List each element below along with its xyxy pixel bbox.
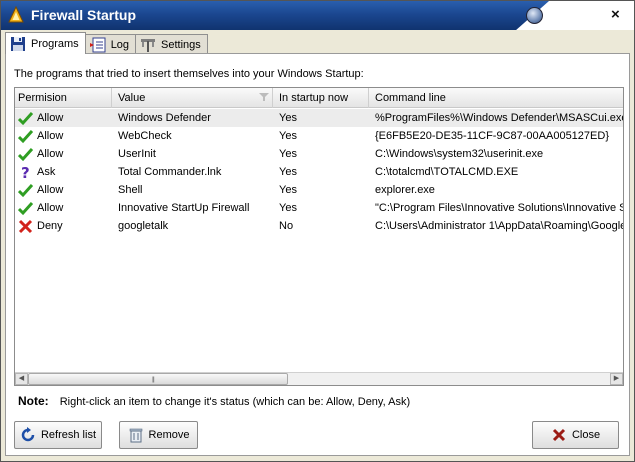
column-header-in-startup[interactable]: In startup now bbox=[273, 88, 369, 108]
svg-text:?: ? bbox=[21, 165, 30, 180]
in-startup-cell: Yes bbox=[279, 166, 297, 178]
tab-programs[interactable]: Programs bbox=[5, 32, 86, 54]
programs-panel: The programs that tried to insert themse… bbox=[5, 53, 630, 456]
column-header-command-line[interactable]: Command line bbox=[369, 88, 623, 108]
permission-label: Ask bbox=[37, 166, 56, 178]
title-bar: Firewall Startup × bbox=[1, 1, 634, 30]
in-startup-cell: No bbox=[279, 220, 294, 232]
cross-icon bbox=[18, 219, 33, 233]
permission-cell: Allow bbox=[15, 109, 112, 127]
permission-label: Allow bbox=[37, 202, 64, 214]
permission-label: Deny bbox=[37, 220, 63, 232]
in-startup-cell: Yes bbox=[279, 112, 297, 124]
scrollbar-thumb[interactable]: ||| bbox=[28, 373, 288, 385]
close-button[interactable]: Close bbox=[532, 421, 619, 449]
check-icon bbox=[18, 183, 33, 197]
column-header-value[interactable]: Value bbox=[112, 88, 273, 108]
tab-settings-label: Settings bbox=[161, 38, 201, 51]
permission-cell: Allow bbox=[15, 127, 112, 145]
app-flame-icon bbox=[8, 6, 24, 23]
recycle-bin-icon bbox=[129, 428, 142, 443]
question-mark-icon: ? bbox=[21, 165, 30, 180]
value-cell: UserInit bbox=[118, 148, 156, 160]
grip-icon: ||| bbox=[152, 377, 155, 383]
status-note: Note: Right-click an item to change it's… bbox=[18, 394, 410, 408]
firewall-startup-window: Firewall Startup × Programs Log Settings… bbox=[0, 0, 635, 462]
command-line-cell: C:\totalcmd\TOTALCMD.EXE bbox=[375, 166, 519, 178]
tab-settings[interactable]: Settings bbox=[135, 34, 208, 54]
globe-icon[interactable] bbox=[526, 7, 543, 24]
window-title: Firewall Startup bbox=[31, 7, 137, 23]
command-line-cell: explorer.exe bbox=[375, 184, 435, 196]
table-row[interactable]: Allow UserInit Yes C:\Windows\system32\u… bbox=[15, 145, 623, 163]
table-row[interactable]: Allow Windows Defender Yes %ProgramFiles… bbox=[15, 109, 623, 127]
value-cell: googletalk bbox=[118, 220, 169, 232]
table-row[interactable]: Allow Shell Yes explorer.exe bbox=[15, 181, 623, 199]
startup-programs-list[interactable]: Permision Value In startup now Command l… bbox=[14, 87, 624, 386]
column-header-permission[interactable]: Permision bbox=[15, 88, 112, 108]
table-row[interactable]: Allow WebCheck Yes {E6FB5E20-DE35-11CF-9… bbox=[15, 127, 623, 145]
permission-cell: Allow bbox=[15, 199, 112, 217]
tab-log[interactable]: Log bbox=[84, 34, 137, 54]
value-cell: WebCheck bbox=[118, 130, 172, 142]
column-header-value-label: Value bbox=[118, 92, 146, 104]
tab-programs-label: Programs bbox=[31, 37, 79, 50]
floppy-disk-icon bbox=[11, 36, 25, 51]
intro-text: The programs that tried to insert themse… bbox=[14, 68, 364, 80]
command-line-cell: {E6FB5E20-DE35-11CF-9C87-00AA005127ED} bbox=[375, 130, 609, 142]
value-cell: Windows Defender bbox=[118, 112, 211, 124]
filter-icon[interactable] bbox=[259, 92, 269, 102]
tab-strip: Programs Log Settings bbox=[5, 32, 208, 54]
command-line-cell: %ProgramFiles%\Windows Defender\MSASCui.… bbox=[375, 112, 623, 124]
remove-label: Remove bbox=[148, 429, 190, 441]
list-rows: Allow Windows Defender Yes %ProgramFiles… bbox=[15, 109, 623, 235]
wrench-icon bbox=[141, 38, 156, 52]
note-text: Right-click an item to change it's statu… bbox=[59, 396, 411, 408]
permission-label: Allow bbox=[37, 184, 64, 196]
remove-button[interactable]: Remove bbox=[119, 421, 198, 449]
in-startup-cell: Yes bbox=[279, 148, 297, 160]
refresh-icon bbox=[21, 427, 35, 442]
permission-cell: Allow bbox=[15, 181, 112, 199]
permission-label: Allow bbox=[37, 112, 64, 124]
horizontal-scrollbar[interactable]: ◀ ||| ▶ bbox=[15, 372, 623, 385]
scroll-right-arrow-icon[interactable]: ▶ bbox=[610, 373, 623, 385]
check-icon bbox=[18, 129, 33, 143]
table-row[interactable]: Allow Innovative StartUp Firewall Yes "C… bbox=[15, 199, 623, 217]
value-cell: Shell bbox=[118, 184, 143, 196]
log-list-icon bbox=[89, 37, 106, 52]
permission-cell: Allow bbox=[15, 145, 112, 163]
permission-cell: Deny bbox=[15, 217, 112, 235]
note-label: Note: bbox=[18, 394, 49, 408]
tab-log-label: Log bbox=[110, 38, 130, 51]
permission-label: Allow bbox=[37, 148, 64, 160]
scroll-left-arrow-icon[interactable]: ◀ bbox=[15, 373, 28, 385]
table-row[interactable]: Deny googletalk No C:\Users\Administrato… bbox=[15, 217, 623, 235]
list-header: Permision Value In startup now Command l… bbox=[15, 88, 623, 108]
check-icon bbox=[18, 201, 33, 215]
permission-label: Allow bbox=[37, 130, 64, 142]
permission-cell: ? Ask bbox=[15, 163, 112, 181]
check-icon bbox=[18, 147, 33, 161]
value-cell: Total Commander.lnk bbox=[118, 166, 222, 178]
in-startup-cell: Yes bbox=[279, 184, 297, 196]
close-label: Close bbox=[571, 429, 601, 441]
close-icon bbox=[552, 428, 565, 442]
in-startup-cell: Yes bbox=[279, 130, 297, 142]
check-icon bbox=[18, 111, 33, 125]
command-line-cell: "C:\Program Files\Innovative Solutions\I… bbox=[375, 202, 623, 214]
window-close-button[interactable]: × bbox=[611, 6, 620, 23]
table-row[interactable]: ? Ask Total Commander.lnk Yes C:\totalcm… bbox=[15, 163, 623, 181]
command-line-cell: C:\Users\Administrator 1\AppData\Roaming… bbox=[375, 220, 623, 232]
refresh-list-button[interactable]: Refresh list bbox=[14, 421, 102, 449]
in-startup-cell: Yes bbox=[279, 202, 297, 214]
refresh-list-label: Refresh list bbox=[40, 429, 97, 441]
value-cell: Innovative StartUp Firewall bbox=[118, 202, 250, 214]
command-line-cell: C:\Windows\system32\userinit.exe bbox=[375, 148, 544, 160]
